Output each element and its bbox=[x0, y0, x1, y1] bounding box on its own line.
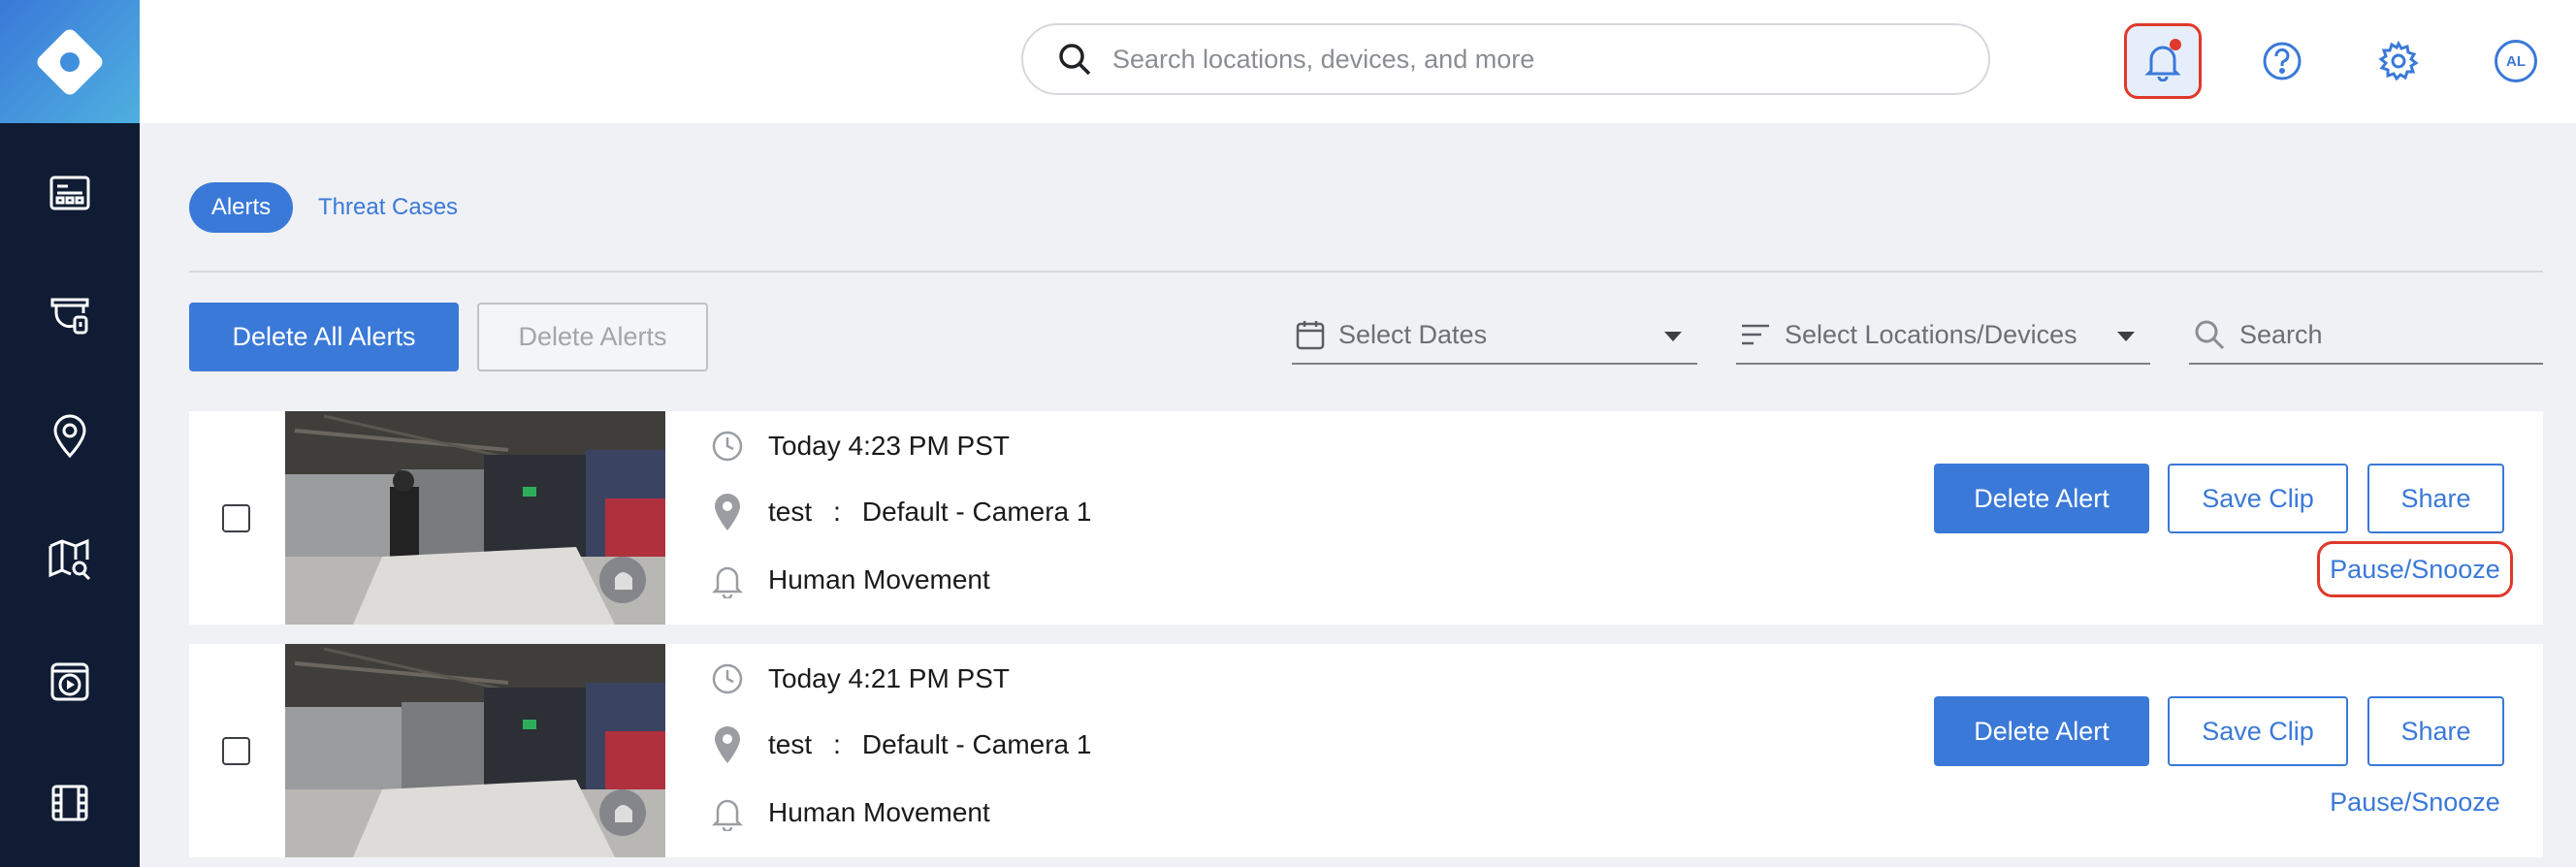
bell-icon bbox=[711, 566, 744, 598]
pause-snooze-link[interactable]: Pause/Snooze bbox=[2317, 774, 2513, 830]
sidebar-item-video[interactable] bbox=[41, 653, 99, 711]
tabs-divider bbox=[189, 271, 2543, 273]
location-separator: : bbox=[833, 729, 841, 759]
alert-select-checkbox[interactable] bbox=[222, 504, 250, 532]
tab-threat-cases[interactable]: Threat Cases bbox=[318, 182, 458, 233]
date-filter-dropdown[interactable]: Select Dates bbox=[1292, 306, 1697, 365]
bell-icon bbox=[711, 799, 744, 831]
alert-time: Today 4:21 PM PST bbox=[768, 663, 1011, 693]
alert-type-row: Human Movement bbox=[708, 561, 990, 599]
location-pin-icon bbox=[53, 414, 86, 459]
alert-location: test bbox=[768, 497, 813, 527]
clock-icon bbox=[712, 663, 743, 694]
app-root: AL Alerts Threat Cases Delete All Alerts… bbox=[0, 0, 2576, 867]
alert-location-row: test : Default - Camera 1 bbox=[708, 725, 1091, 764]
gear-icon bbox=[2378, 40, 2419, 81]
alert-select-checkbox[interactable] bbox=[222, 737, 250, 765]
help-button[interactable] bbox=[2243, 23, 2321, 99]
alert-time-row: Today 4:21 PM PST bbox=[708, 659, 1010, 698]
location-pin-icon bbox=[715, 494, 740, 530]
sidebar-item-map[interactable] bbox=[41, 530, 99, 589]
alert-card: Today 4:23 PM PST test : Default - Camer… bbox=[189, 411, 2543, 625]
alert-time-row: Today 4:23 PM PST bbox=[708, 427, 1010, 466]
alert-type-row: Human Movement bbox=[708, 793, 990, 832]
logo-diamond-icon bbox=[37, 29, 103, 94]
chevron-down-icon bbox=[1664, 332, 1682, 341]
alert-video-thumbnail[interactable] bbox=[285, 644, 665, 857]
sidebar-item-dashboard[interactable] bbox=[41, 164, 99, 222]
chevron-down-icon bbox=[2117, 332, 2135, 341]
filter-lines-icon bbox=[1742, 324, 1769, 345]
location-pin-icon bbox=[715, 726, 740, 763]
alert-type: Human Movement bbox=[768, 797, 990, 827]
map-search-icon bbox=[48, 538, 91, 581]
notification-dot bbox=[2170, 39, 2181, 50]
app-logo[interactable] bbox=[0, 0, 140, 123]
video-player-icon bbox=[50, 662, 89, 701]
notifications-button[interactable] bbox=[2124, 23, 2202, 99]
alerts-search-placeholder: Search bbox=[2239, 319, 2323, 349]
location-filter-label: Select Locations/Devices bbox=[1785, 319, 2077, 349]
alert-device: Default - Camera 1 bbox=[861, 729, 1092, 759]
alert-time: Today 4:23 PM PST bbox=[768, 431, 1011, 461]
alert-video-thumbnail[interactable] bbox=[285, 411, 665, 625]
share-button[interactable]: Share bbox=[2367, 696, 2504, 766]
avatar: AL bbox=[2495, 40, 2537, 82]
camera-frame-image bbox=[285, 411, 665, 625]
user-menu-button[interactable]: AL bbox=[2477, 23, 2555, 99]
date-filter-label: Select Dates bbox=[1338, 319, 1488, 349]
save-clip-button[interactable]: Save Clip bbox=[2168, 696, 2348, 766]
help-icon bbox=[2263, 42, 2302, 80]
share-button[interactable]: Share bbox=[2367, 464, 2504, 533]
global-search-input[interactable] bbox=[1112, 44, 1937, 75]
film-icon bbox=[51, 785, 88, 821]
alert-device: Default - Camera 1 bbox=[861, 497, 1092, 527]
top-bar: AL bbox=[140, 0, 2576, 123]
search-icon bbox=[2195, 320, 2225, 350]
save-clip-button[interactable]: Save Clip bbox=[2168, 464, 2348, 533]
alert-type: Human Movement bbox=[768, 564, 990, 594]
alert-card: Today 4:21 PM PST test : Default - Camer… bbox=[189, 644, 2543, 857]
location-separator: : bbox=[833, 497, 841, 527]
sidebar-item-devices[interactable] bbox=[41, 286, 99, 344]
global-search[interactable] bbox=[1021, 23, 1990, 95]
dashboard-icon bbox=[49, 176, 90, 210]
delete-all-alerts-button[interactable]: Delete All Alerts bbox=[189, 303, 459, 371]
sidebar bbox=[0, 0, 140, 867]
sidebar-item-clips[interactable] bbox=[41, 774, 99, 832]
location-filter-dropdown[interactable]: Select Locations/Devices bbox=[1736, 306, 2150, 365]
camera-frame-image bbox=[285, 644, 665, 857]
alerts-search-field[interactable]: Search bbox=[2189, 306, 2543, 365]
alert-location-row: test : Default - Camera 1 bbox=[708, 493, 1091, 531]
sidebar-item-locations[interactable] bbox=[41, 407, 99, 466]
search-icon bbox=[1059, 44, 1091, 76]
pause-snooze-link[interactable]: Pause/Snooze bbox=[2317, 541, 2513, 597]
security-camera-icon bbox=[50, 298, 89, 335]
delete-alerts-button[interactable]: Delete Alerts bbox=[477, 303, 708, 371]
settings-button[interactable] bbox=[2360, 23, 2437, 99]
clock-icon bbox=[712, 431, 743, 462]
calendar-icon bbox=[1296, 321, 1325, 350]
delete-alert-button[interactable]: Delete Alert bbox=[1934, 696, 2149, 766]
delete-alert-button[interactable]: Delete Alert bbox=[1934, 464, 2149, 533]
tab-alerts[interactable]: Alerts bbox=[189, 182, 293, 233]
alert-location: test bbox=[768, 729, 813, 759]
